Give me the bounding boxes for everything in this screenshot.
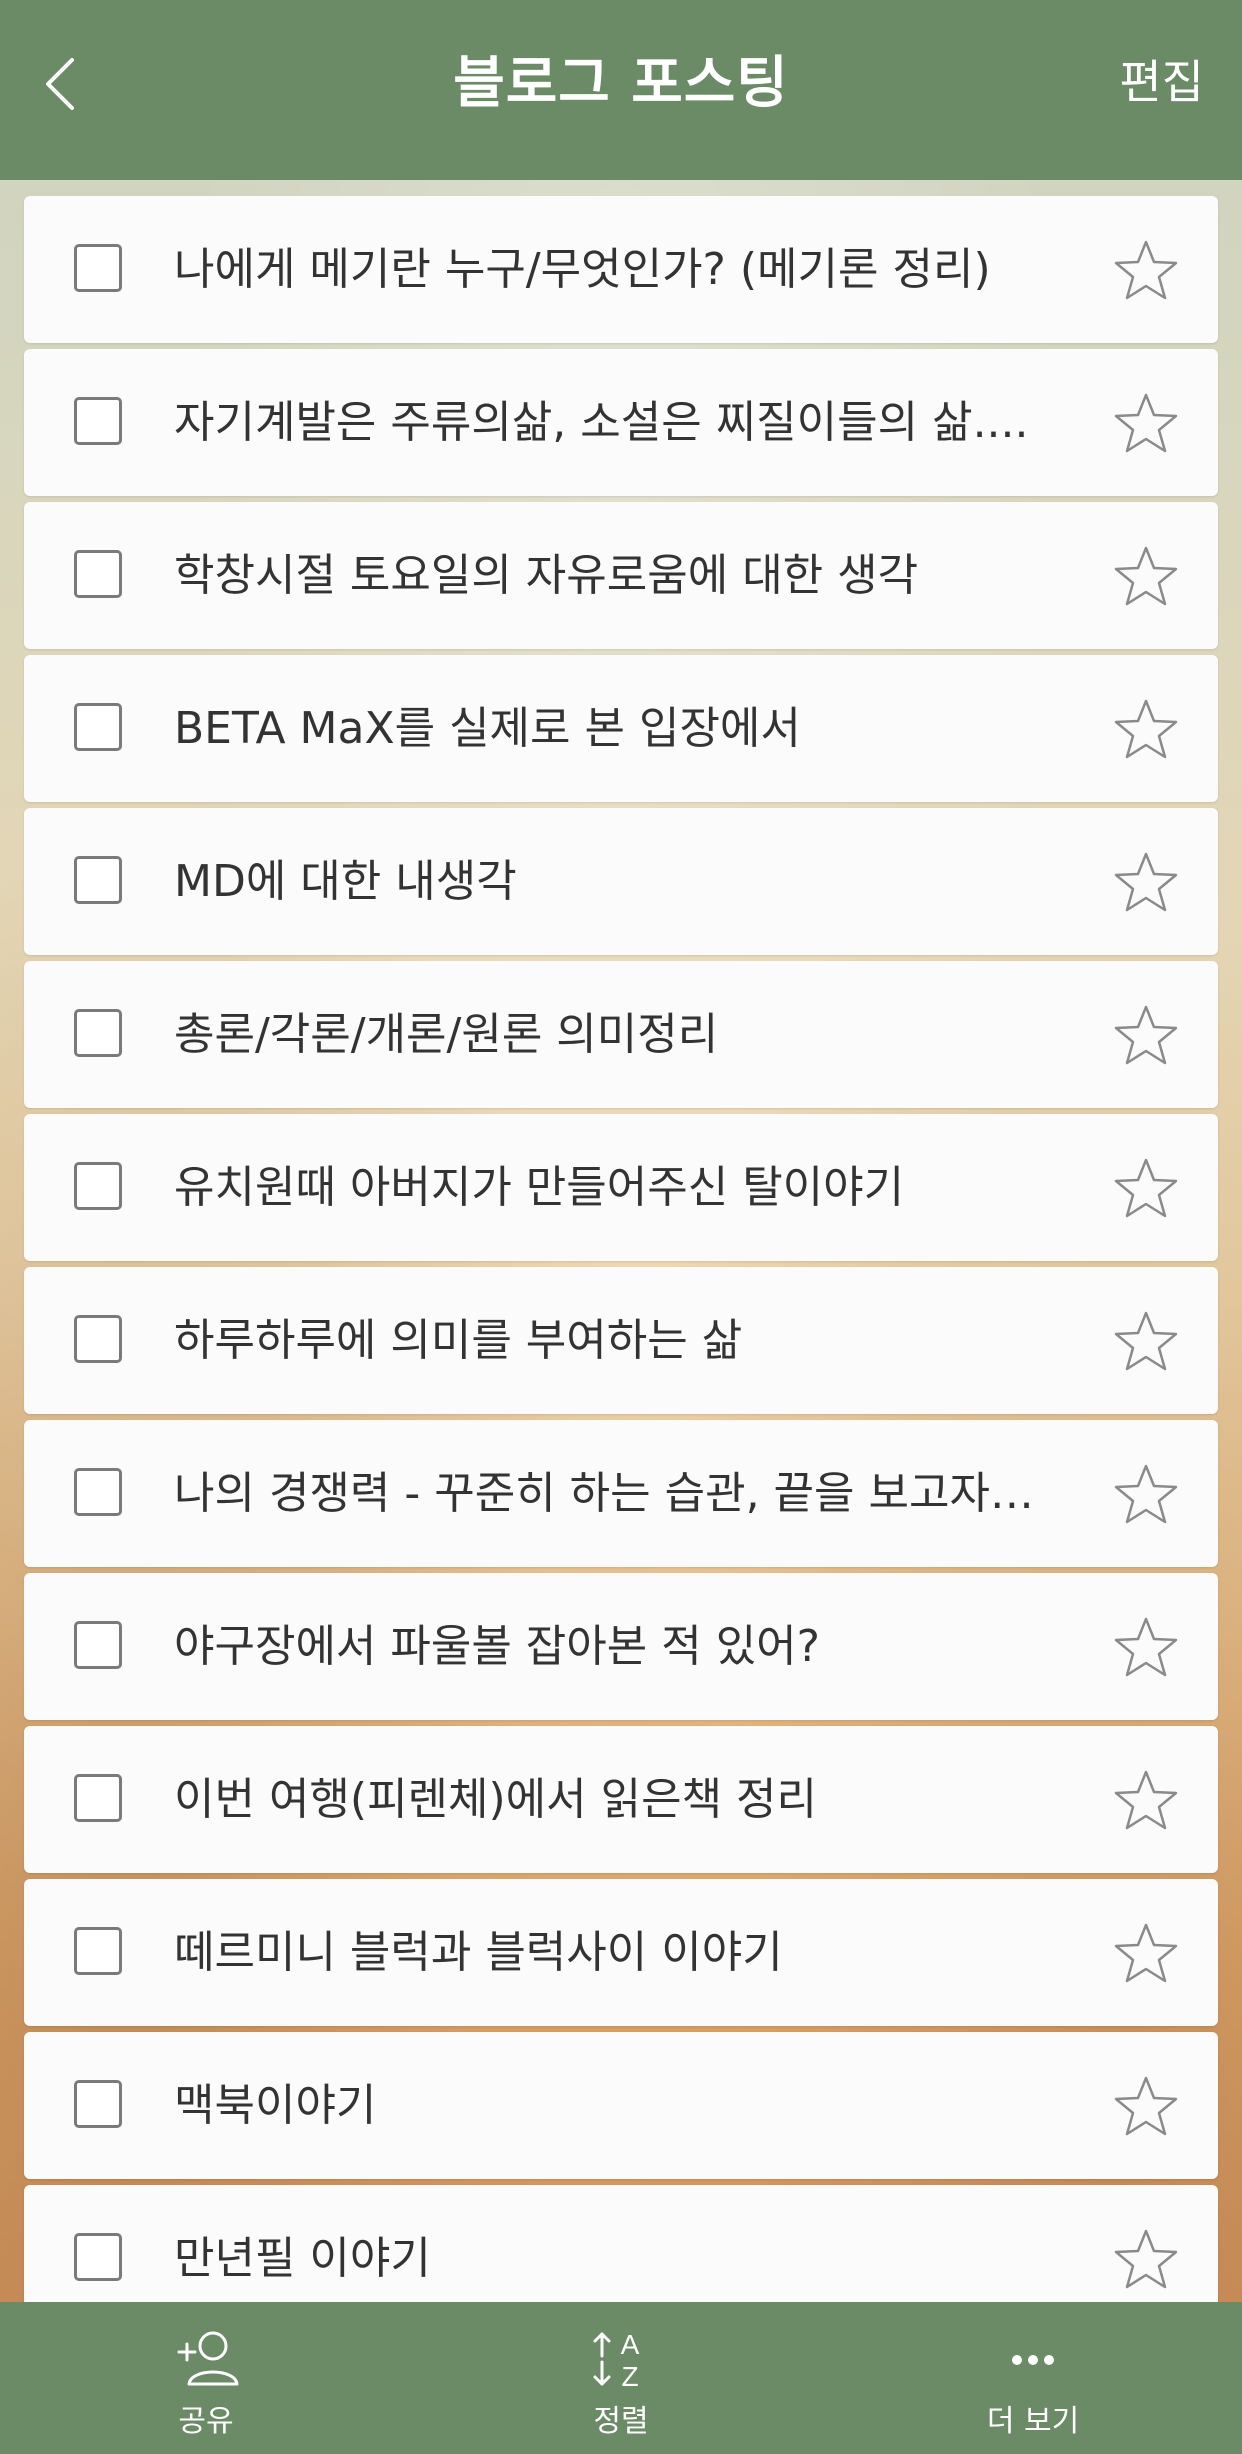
item-checkbox[interactable]	[74, 397, 122, 445]
star-icon[interactable]	[1114, 238, 1178, 302]
star-icon[interactable]	[1114, 1462, 1178, 1526]
star-icon[interactable]	[1114, 697, 1178, 761]
item-checkbox[interactable]	[74, 703, 122, 751]
item-checkbox[interactable]	[74, 2233, 122, 2281]
star-icon[interactable]	[1114, 1309, 1178, 1373]
star-icon[interactable]	[1114, 1615, 1178, 1679]
item-title: BETA MaX를 실제로 본 입장에서	[174, 703, 801, 754]
item-title: 나에게 메기란 누구/무엇인가? (메기론 정리)	[174, 244, 991, 295]
edit-button[interactable]: 편집	[1119, 46, 1204, 112]
star-icon[interactable]	[1114, 1921, 1178, 1985]
star-icon[interactable]	[1114, 1156, 1178, 1220]
sort-icon-z: Z	[621, 2361, 638, 2392]
item-title: 자기계발은 주류의삶, 소설은 찌질이들의 삶....	[174, 397, 1029, 448]
item-checkbox[interactable]	[74, 1927, 122, 1975]
sort-button[interactable]: A Z 정렬	[521, 2302, 721, 2454]
star-icon[interactable]	[1114, 1003, 1178, 1067]
list-item[interactable]: BETA MaX를 실제로 본 입장에서	[24, 655, 1218, 802]
bottom-toolbar: 공유 A Z 정렬 더 보기	[0, 2302, 1242, 2454]
list-item[interactable]: 나의 경쟁력 - 꾸준히 하는 습관, 끝을 보고자…	[24, 1420, 1218, 1567]
star-icon[interactable]	[1114, 1768, 1178, 1832]
item-checkbox[interactable]	[74, 856, 122, 904]
item-checkbox[interactable]	[74, 1621, 122, 1669]
item-title: 하루하루에 의미를 부여하는 삶	[174, 1315, 743, 1366]
post-list: 나에게 메기란 누구/무엇인가? (메기론 정리) 자기계발은 주류의삶, 소설은…	[24, 196, 1218, 2338]
list-item[interactable]: 야구장에서 파울볼 잡아본 적 있어?	[24, 1573, 1218, 1720]
top-nav-bar: 블로그 포스팅 편집	[0, 0, 1242, 180]
share-label: 공유	[178, 2404, 234, 2439]
more-label: 더 보기	[986, 2404, 1080, 2439]
list-item[interactable]: 맥북이야기	[24, 2032, 1218, 2179]
item-title: 이번 여행(피렌체)에서 읽은책 정리	[174, 1774, 818, 1825]
list-item[interactable]: 이번 여행(피렌체)에서 읽은책 정리	[24, 1726, 1218, 1873]
item-title: MD에 대한 내생각	[174, 856, 517, 907]
item-checkbox[interactable]	[74, 1774, 122, 1822]
item-checkbox[interactable]	[74, 1009, 122, 1057]
item-checkbox[interactable]	[74, 1315, 122, 1363]
list-item[interactable]: 학창시절 토요일의 자유로움에 대한 생각	[24, 502, 1218, 649]
list-item[interactable]: 하루하루에 의미를 부여하는 삶	[24, 1267, 1218, 1414]
add-person-icon	[177, 2331, 239, 2386]
item-title: 맥북이야기	[174, 2080, 377, 2131]
more-button[interactable]: 더 보기	[933, 2302, 1133, 2454]
list-item[interactable]: MD에 대한 내생각	[24, 808, 1218, 955]
star-icon[interactable]	[1114, 850, 1178, 914]
list-item[interactable]: 나에게 메기란 누구/무엇인가? (메기론 정리)	[24, 196, 1218, 343]
share-button[interactable]: 공유	[106, 2302, 306, 2454]
list-item[interactable]: 총론/각론/개론/원론 의미정리	[24, 961, 1218, 1108]
star-icon[interactable]	[1114, 391, 1178, 455]
star-icon[interactable]	[1114, 544, 1178, 608]
item-title: 유치원때 아버지가 만들어주신 탈이야기	[174, 1162, 905, 1213]
item-title: 총론/각론/개론/원론 의미정리	[174, 1009, 719, 1060]
list-item[interactable]: 떼르미니 블럭과 블럭사이 이야기	[24, 1879, 1218, 2026]
item-title: 야구장에서 파울볼 잡아본 적 있어?	[174, 1621, 821, 1672]
item-checkbox[interactable]	[74, 550, 122, 598]
item-title: 나의 경쟁력 - 꾸준히 하는 습관, 끝을 보고자…	[174, 1468, 1034, 1519]
list-item[interactable]: 자기계발은 주류의삶, 소설은 찌질이들의 삶....	[24, 349, 1218, 496]
sort-icon-a: A	[621, 2329, 640, 2360]
sort-label: 정렬	[593, 2404, 649, 2439]
star-icon[interactable]	[1114, 2074, 1178, 2138]
list-item[interactable]: 유치원때 아버지가 만들어주신 탈이야기	[24, 1114, 1218, 1261]
star-icon[interactable]	[1114, 2227, 1178, 2291]
item-title: 떼르미니 블럭과 블럭사이 이야기	[174, 1927, 783, 1978]
page-title: 블로그 포스팅	[453, 51, 789, 116]
item-checkbox[interactable]	[74, 1162, 122, 1210]
sort-az-icon: A Z	[593, 2329, 640, 2392]
item-title: 학창시절 토요일의 자유로움에 대한 생각	[174, 550, 919, 601]
item-checkbox[interactable]	[74, 1468, 122, 1516]
item-checkbox[interactable]	[74, 2080, 122, 2128]
more-dots-icon	[1012, 2355, 1054, 2365]
item-checkbox[interactable]	[74, 244, 122, 292]
